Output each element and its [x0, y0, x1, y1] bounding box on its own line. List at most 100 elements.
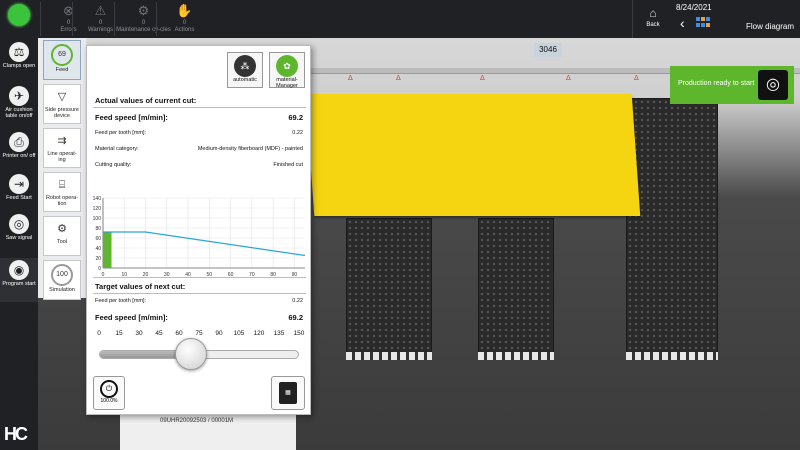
- y-tick-label: 140: [93, 196, 102, 202]
- quality-value: Finished cut: [273, 162, 303, 168]
- divider: [93, 277, 306, 278]
- panel-id-label: 3046: [534, 43, 562, 57]
- material-value: Medium-density fiberboard (MDF) - painte…: [197, 146, 303, 152]
- y-tick-label: 120: [93, 206, 102, 212]
- printer-label: Printer on/ off: [2, 153, 36, 159]
- home-building-icon: ⌂: [649, 6, 657, 20]
- divider: [93, 293, 306, 294]
- y-tick-label: 20: [95, 256, 101, 262]
- hand-icon: ✋: [176, 3, 193, 18]
- clamps-open-label: Clamps open: [2, 63, 36, 69]
- line-operating-icon: ⇉: [57, 135, 67, 147]
- robot-operation-tab[interactable]: ⌸ Robot opera-tion: [43, 172, 81, 212]
- scale-tick-label: 90: [215, 330, 223, 337]
- rail-marker: ᐃ: [634, 75, 639, 82]
- air-cushion-label: Air cushion table on/off: [5, 107, 33, 119]
- material-label: Material category:: [95, 146, 139, 152]
- calculator-button[interactable]: ▦: [271, 376, 305, 410]
- saw-signal-button[interactable]: ◎ Saw signal: [0, 212, 38, 252]
- rail-marker: ᐃ: [348, 75, 353, 82]
- hc-logo: HC: [4, 424, 28, 444]
- feed-tab-label: Feed: [55, 67, 69, 73]
- printer-button[interactable]: ⎙ Printer on/ off: [0, 130, 38, 170]
- topbar-divider: [632, 0, 633, 38]
- quality-label: Cutting quality:: [95, 162, 132, 168]
- speed-override-button[interactable]: ⏻ 100.0%: [93, 376, 125, 410]
- speed-override-value: 100.0%: [100, 398, 118, 404]
- scale-tick-label: 120: [253, 330, 265, 337]
- y-tick-label: 60: [95, 236, 101, 242]
- calculator-icon: ▦: [279, 382, 297, 404]
- program-start-label: Program start: [2, 281, 36, 287]
- next-feed-per-tooth-value: 0.22: [292, 298, 303, 304]
- feed-speed-slider-knob[interactable]: [175, 338, 208, 370]
- feed-speed-line: [103, 231, 306, 257]
- scale-tick-label: 105: [233, 330, 245, 337]
- feed-per-tooth-value: 0.22: [292, 130, 303, 136]
- y-tick-label: 40: [95, 246, 101, 252]
- feed-start-button[interactable]: ⇥ Feed Start: [0, 172, 38, 212]
- feed-tab[interactable]: 69 Feed: [43, 40, 81, 80]
- actions-label: Actions: [174, 27, 195, 33]
- scale-tick-label: 75: [195, 330, 203, 337]
- line-operating-label: Line operat-ing: [47, 151, 77, 163]
- scale-tick-label: 30: [135, 330, 143, 337]
- material-manager-button[interactable]: ✿ material-Manager: [269, 52, 305, 89]
- air-cushion-table: [626, 98, 718, 358]
- speedometer-icon: ⏻: [100, 380, 118, 398]
- back-button[interactable]: ⌂ Back: [640, 4, 666, 36]
- production-status-text: Production ready to start: [678, 80, 755, 87]
- simulation-tab[interactable]: 100 Simulation: [43, 260, 81, 300]
- rail-marker: ᐃ: [566, 75, 571, 82]
- side-pressure-tab[interactable]: ▽ Side pressure device: [43, 84, 81, 124]
- automatic-label: automatic: [233, 77, 257, 83]
- scale-tick-label: 45: [155, 330, 163, 337]
- rail-marker: ᐃ: [396, 75, 401, 82]
- feed-speed-scale: 0 15 30 45 60 75 90 105 120 135 150: [95, 330, 305, 340]
- actions-counter[interactable]: ✋ 0 Actions: [156, 2, 212, 36]
- scale-tick-label: 0: [97, 330, 101, 337]
- robot-operation-label: Robot opera-tion: [45, 195, 79, 207]
- side-pressure-label: Side pressure device: [45, 107, 79, 119]
- clamps-open-button[interactable]: ⚖ Clamps open: [0, 40, 38, 80]
- top-bar: ⊗ 0 Errors ⚠ 0 Warnings ⚙ 0 Maintenance …: [0, 0, 800, 38]
- next-feed-speed-label: Feed speed [m/min]:: [95, 313, 168, 322]
- rail-marker: ᐃ: [480, 75, 485, 82]
- air-cushion-table: [346, 218, 432, 358]
- line-operating-tab[interactable]: ⇉ Line operat-ing: [43, 128, 81, 168]
- saw-blade-icon: ⚙: [57, 223, 67, 235]
- automatic-mode-button[interactable]: ⁂ automatic: [227, 52, 263, 88]
- table-foot: [626, 352, 718, 360]
- y-tick-label: 80: [95, 226, 101, 232]
- saw-signal-icon: ◎: [9, 214, 29, 234]
- current-feed-bar: [103, 232, 112, 268]
- feed-start-label: Feed Start: [6, 195, 32, 201]
- printer-icon: ⎙: [9, 132, 29, 152]
- order-number: 09UHR20092503 / 00001M: [160, 418, 234, 424]
- left-sidebar: ⚖ Clamps open ✈ Air cushion table on/off…: [0, 38, 38, 450]
- feed-panel: ⁂ automatic ✿ material-Manager Actual va…: [86, 45, 311, 415]
- feed-submenu: 69 Feed ▽ Side pressure device ⇉ Line op…: [38, 38, 86, 300]
- program-start-icon: ◉: [9, 260, 29, 280]
- divider: [93, 107, 306, 108]
- tool-label: Tool: [56, 239, 68, 245]
- feed-start-icon: ⇥: [9, 174, 29, 194]
- program-start-button[interactable]: ◉ Program start: [0, 258, 38, 302]
- scale-tick-label: 150: [293, 330, 305, 337]
- production-status-badge[interactable]: Production ready to start ◎: [670, 66, 794, 104]
- material-manager-icon: ✿: [276, 55, 298, 77]
- chevron-left-icon[interactable]: ‹: [680, 16, 685, 30]
- air-cushion-button[interactable]: ✈ Air cushion table on/off: [0, 84, 38, 124]
- air-cushion-table: [478, 218, 554, 358]
- mdf-panel: [305, 94, 641, 216]
- current-cut-title: Actual values of current cut:: [95, 96, 197, 105]
- actions-count: 0: [182, 20, 187, 26]
- feed-speed-chart: 0204060801001201400 10 20 30 40 50 60 70 80 90: [93, 196, 306, 278]
- tool-tab[interactable]: ⚙ Tool: [43, 216, 81, 256]
- table-foot: [346, 352, 432, 360]
- clamp-icon: ⚖: [9, 42, 29, 62]
- feed-speed-label: Feed speed [m/min]:: [95, 113, 168, 122]
- next-feed-per-tooth-label: Feed per tooth [mm]:: [95, 298, 147, 304]
- flow-diagram-icon[interactable]: [696, 17, 710, 29]
- back-label: Back: [646, 22, 660, 28]
